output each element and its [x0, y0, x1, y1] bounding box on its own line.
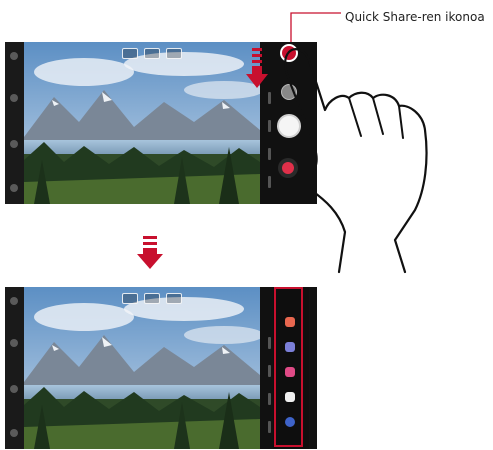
viewfinder-top-icons: [122, 293, 182, 304]
camera-viewfinder[interactable]: [24, 287, 260, 449]
zoom-tick: [268, 421, 271, 433]
hdr-icon[interactable]: [122, 293, 138, 304]
instruction-illustration: Quick Share-ren ikonoa: [0, 0, 493, 450]
timer-icon[interactable]: [166, 293, 182, 304]
left-settings-bar: [5, 287, 24, 449]
flash-icon[interactable]: [10, 140, 18, 148]
settings-icon[interactable]: [10, 297, 18, 305]
mode-indicator-icon[interactable]: [144, 48, 160, 59]
camera-viewfinder[interactable]: [24, 42, 260, 204]
zoom-tick: [268, 365, 271, 377]
camera-screen-after: [5, 287, 317, 449]
mode-indicator-icon[interactable]: [144, 293, 160, 304]
zoom-tick: [268, 393, 271, 405]
switch-camera-icon[interactable]: [10, 429, 18, 437]
swipe-down-arrow-icon: [246, 48, 268, 88]
switch-camera-icon[interactable]: [10, 184, 18, 192]
quick-share-callout-label: Quick Share-ren ikonoa: [345, 10, 485, 24]
flash-icon[interactable]: [10, 385, 18, 393]
share-panel-highlight: [274, 287, 303, 447]
zoom-tick: [268, 337, 271, 349]
zoom-tick: [268, 92, 271, 104]
hdr-icon[interactable]: [122, 48, 138, 59]
zoom-tick: [268, 120, 271, 132]
viewfinder-top-icons: [122, 48, 182, 59]
hand-gesture-illustration: [284, 48, 428, 274]
camera-screen-before: [5, 42, 317, 204]
left-settings-bar: [5, 42, 24, 204]
zoom-tick: [268, 176, 271, 188]
timer-icon[interactable]: [166, 48, 182, 59]
down-arrow-icon: [137, 236, 163, 269]
zoom-tick: [268, 148, 271, 160]
mode-icon[interactable]: [10, 94, 18, 102]
settings-icon[interactable]: [10, 52, 18, 60]
mode-icon[interactable]: [10, 339, 18, 347]
